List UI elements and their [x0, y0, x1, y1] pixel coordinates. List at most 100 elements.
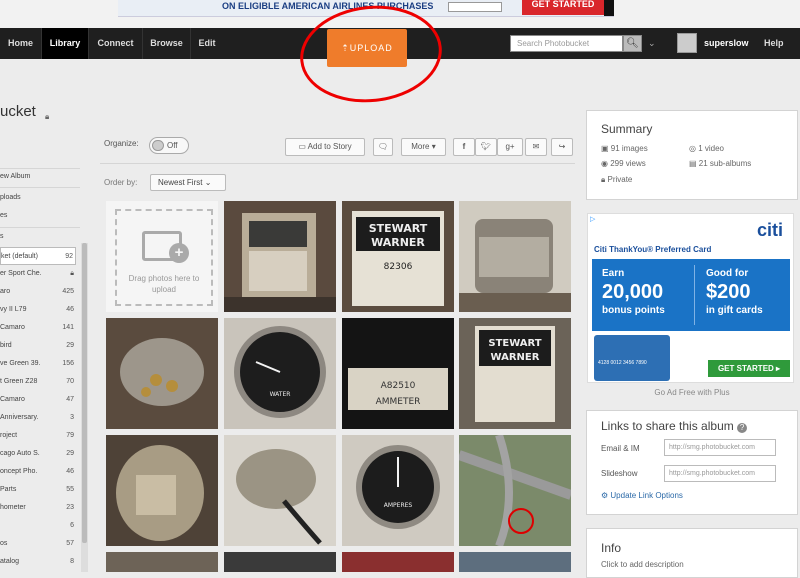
- photo-thumbnail[interactable]: [459, 435, 571, 546]
- summary-panel: Summary ▣ 91 images ◎ 1 video ◉ 299 view…: [586, 110, 798, 200]
- search-input[interactable]: Search Photobucket: [510, 35, 623, 52]
- svg-text:AMMETER: AMMETER: [376, 397, 421, 407]
- photo-thumbnail[interactable]: [106, 435, 218, 546]
- email-im-field[interactable]: http://smg.photobucket.com: [664, 439, 776, 456]
- top-ad-cta[interactable]: GET STARTED: [522, 0, 604, 15]
- photo-thumbnail[interactable]: [224, 552, 336, 572]
- photo-thumbnail[interactable]: AMPERES: [342, 435, 454, 546]
- more-label: More: [411, 142, 430, 151]
- album-item-label: bird: [0, 342, 12, 349]
- ad-headline: Citi ThankYou® Preferred Card: [594, 245, 712, 254]
- photo-thumbnail[interactable]: [224, 435, 336, 546]
- svg-text:STEWART: STEWART: [488, 338, 541, 349]
- ad-free-link[interactable]: Go Ad Free with Plus: [586, 388, 798, 397]
- album-item[interactable]: hometer 23: [0, 499, 76, 517]
- nav-home[interactable]: Home: [0, 28, 41, 59]
- ad-good-sub: in gift cards: [706, 305, 763, 316]
- album-item[interactable]: vy II L79 46: [0, 301, 76, 319]
- sidebar-link[interactable]: es: [0, 207, 76, 225]
- sidebar-scrollbar[interactable]: [81, 243, 88, 572]
- album-item[interactable]: oncept Pho. 46: [0, 463, 76, 481]
- google-plus-icon[interactable]: g+: [497, 138, 523, 156]
- album-item[interactable]: er Sport Che. 🔒︎: [0, 265, 76, 283]
- album-item[interactable]: roject 79: [0, 427, 76, 445]
- order-by-label: Order by:: [104, 178, 138, 187]
- upload-button[interactable]: ⇡UPLOAD: [327, 29, 407, 67]
- share-icon[interactable]: ↪: [551, 138, 573, 156]
- album-item[interactable]: atalog 8: [0, 553, 76, 571]
- nav-connect[interactable]: Connect: [89, 28, 142, 59]
- add-to-story-button[interactable]: ▭ Add to Story: [285, 138, 365, 156]
- scrollbar-thumb[interactable]: [82, 243, 87, 543]
- more-button[interactable]: More ▾: [401, 138, 446, 156]
- chevron-down-icon: ⌄: [204, 178, 212, 187]
- album-item[interactable]: Camaro 141: [0, 319, 76, 337]
- svg-text:WARNER: WARNER: [371, 236, 425, 249]
- search-icon[interactable]: 🔍︎: [623, 35, 642, 52]
- facebook-icon[interactable]: f: [453, 138, 475, 156]
- album-item-label: hometer: [0, 504, 26, 511]
- top-ad-text: ON ELIGIBLE AMERICAN AIRLINES PURCHASES: [222, 1, 434, 11]
- video-icon: ◎: [689, 144, 699, 153]
- divider: [694, 265, 695, 325]
- album-item[interactable]: t Green Z28 70: [0, 373, 76, 391]
- photo-thumbnail[interactable]: [106, 318, 218, 429]
- album-item-count: 6: [70, 522, 74, 529]
- info-description[interactable]: Click to add description: [601, 560, 684, 569]
- photo-thumbnail[interactable]: [342, 552, 454, 572]
- twitter-icon[interactable]: 🐦︎: [475, 138, 497, 156]
- album-item[interactable]: Parts 55: [0, 481, 76, 499]
- album-item[interactable]: cago Auto S. 29: [0, 445, 76, 463]
- stewart-warner-box-photo: STEWART WARNER 82306: [342, 201, 454, 312]
- upload-dropzone[interactable]: + Drag photos here to upload: [106, 201, 218, 312]
- album-item[interactable]: bird 29: [0, 337, 76, 355]
- album-item[interactable]: ket (default) 92: [0, 247, 76, 265]
- album-item-count: 425: [62, 288, 74, 295]
- water-temp-gauge-photo: WATER: [224, 318, 336, 429]
- privacy-stat: 🔒︎ Private: [601, 175, 632, 185]
- album-item[interactable]: ve Green 39. 156: [0, 355, 76, 373]
- photo-thumbnail[interactable]: [459, 552, 571, 572]
- slideshow-field[interactable]: http://smg.photobucket.com: [664, 465, 776, 482]
- photo-thumbnail[interactable]: STEWART WARNER: [459, 318, 571, 429]
- videos-count: 1 video: [698, 144, 724, 153]
- share-title-text: Links to share this album: [601, 419, 734, 433]
- album-item[interactable]: os 57: [0, 535, 76, 553]
- album-item-label: os: [0, 540, 8, 547]
- photo-thumbnail[interactable]: A82510 AMMETER: [342, 318, 454, 429]
- album-item[interactable]: Anniversary. 3: [0, 409, 76, 427]
- photo-thumbnail[interactable]: [106, 552, 218, 572]
- update-link-options[interactable]: ⚙ Update Link Options: [601, 491, 683, 500]
- summary-title: Summary: [601, 122, 653, 136]
- nav-browse[interactable]: Browse: [143, 28, 190, 59]
- citi-ad[interactable]: ▷ citi Citi ThankYou® Preferred Card Ear…: [587, 213, 794, 383]
- new-album-link[interactable]: ew Album: [0, 168, 76, 186]
- nav-edit[interactable]: Edit: [191, 28, 223, 59]
- album-item-count: 23: [66, 504, 74, 511]
- mail-icon[interactable]: ✉: [525, 138, 547, 156]
- help-link[interactable]: Help: [764, 28, 784, 59]
- top-ad[interactable]: ON ELIGIBLE AMERICAN AIRLINES PURCHASES …: [118, 0, 614, 17]
- photo-thumbnail[interactable]: WATER: [224, 318, 336, 429]
- nav-library[interactable]: Library: [42, 28, 88, 59]
- chevron-down-icon[interactable]: ⌄: [648, 35, 656, 52]
- album-title: ucket: [0, 103, 36, 120]
- comment-icon[interactable]: 🗨︎: [373, 138, 393, 156]
- ad-cta-button[interactable]: GET STARTED ▸: [708, 360, 790, 377]
- uploads-link[interactable]: ploads: [0, 189, 76, 207]
- album-item[interactable]: Camaro 47: [0, 391, 76, 409]
- order-select[interactable]: Newest First ⌄: [150, 174, 226, 191]
- username-link[interactable]: superslow: [704, 28, 749, 59]
- photo-thumbnail[interactable]: [459, 201, 571, 312]
- photo-thumbnail[interactable]: STEWART WARNER 82306: [342, 201, 454, 312]
- organize-toggle[interactable]: Off: [149, 137, 189, 154]
- gauge-back-photo: [106, 318, 218, 429]
- photo-thumbnail[interactable]: [224, 201, 336, 312]
- views-count: 299 views: [610, 159, 646, 168]
- album-item[interactable]: 6: [0, 517, 76, 535]
- card-number: 4128 0012 3456 7890: [598, 360, 647, 366]
- avatar[interactable]: [677, 33, 697, 53]
- album-item-count: 29: [66, 450, 74, 457]
- help-icon[interactable]: ?: [737, 423, 748, 433]
- album-item[interactable]: aro 425: [0, 283, 76, 301]
